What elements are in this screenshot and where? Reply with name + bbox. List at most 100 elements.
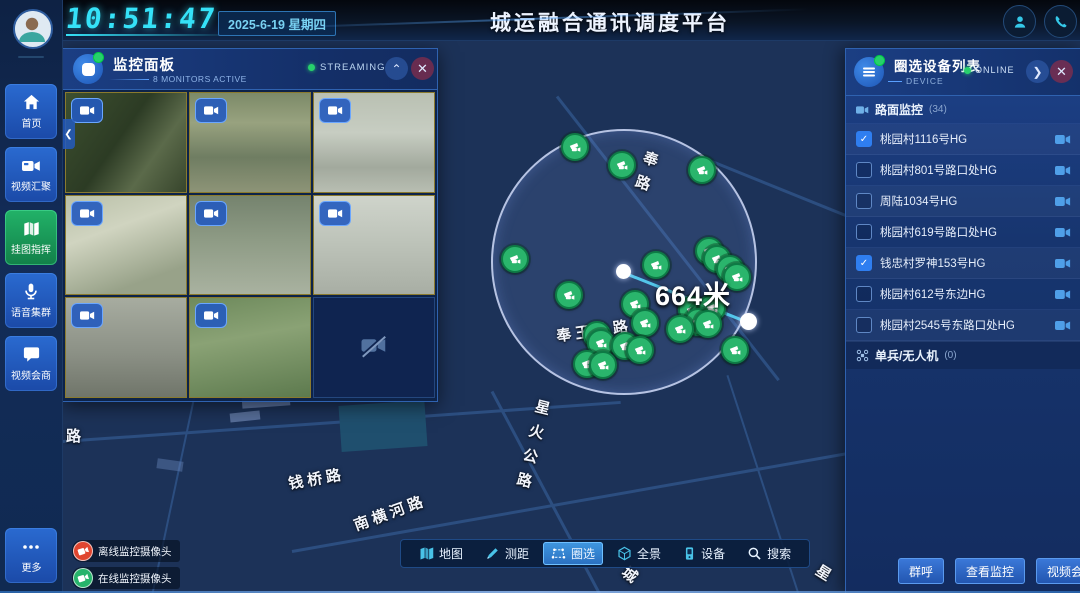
- video-tile-6[interactable]: [313, 195, 435, 296]
- camera-icon[interactable]: [1055, 289, 1071, 300]
- sidebar-item-label: 挂图指挥: [11, 242, 51, 256]
- circle-center-dot[interactable]: [616, 264, 631, 279]
- page-title: 城运融合通讯调度平台: [490, 7, 730, 37]
- circle-edge-dot[interactable]: [740, 313, 757, 330]
- camera-icon[interactable]: [1055, 227, 1071, 238]
- camera-marker[interactable]: [555, 281, 583, 309]
- sidebar-item-home[interactable]: 首页: [5, 84, 57, 139]
- expand-chevron-icon[interactable]: ❯: [1026, 60, 1049, 83]
- tool-label: 全景: [637, 545, 661, 562]
- device-row[interactable]: ✓ 桃园村1116号HG: [846, 124, 1080, 155]
- device-panel-icon: [854, 57, 884, 87]
- camera-icon[interactable]: [1055, 320, 1071, 331]
- panel-collapse-handle[interactable]: ❮: [62, 119, 75, 149]
- tool-label: 圈选: [571, 545, 595, 562]
- device-row[interactable]: 桃园村612号东边HG: [846, 279, 1080, 310]
- close-icon[interactable]: ✕: [411, 57, 434, 80]
- phone-icon[interactable]: [1044, 5, 1077, 38]
- video-tile-4[interactable]: [65, 195, 187, 296]
- device-checkbox[interactable]: [856, 193, 872, 209]
- monitor-panel-title: 监控面板: [113, 54, 175, 75]
- video-tile-1[interactable]: [65, 92, 187, 193]
- device-name: 周陆1034号HG: [880, 193, 1047, 209]
- camera-marker[interactable]: [608, 151, 636, 179]
- device-checkbox[interactable]: [856, 317, 872, 333]
- device-name: 桃园村1116号HG: [880, 131, 1047, 147]
- video-tile-9[interactable]: [313, 297, 435, 398]
- camera-icon[interactable]: [1055, 165, 1071, 176]
- camera-marker[interactable]: [626, 336, 654, 364]
- camera-marker[interactable]: [694, 310, 722, 338]
- device-checkbox[interactable]: [856, 224, 872, 240]
- tool-label: 地图: [439, 545, 463, 562]
- camera-legend: 离线监控摄像头在线监控摄像头: [72, 540, 180, 589]
- sidebar-item-label: 语音集群: [11, 305, 51, 319]
- tool-lasso-button[interactable]: 圈选: [543, 542, 603, 565]
- camera-marker[interactable]: [501, 245, 529, 273]
- device-row[interactable]: 桃园村2545号东路口处HG: [846, 310, 1080, 341]
- sidebar-item-map[interactable]: 挂图指挥: [5, 210, 57, 265]
- search-icon: [747, 546, 762, 561]
- camera-marker[interactable]: [589, 351, 617, 379]
- device-checkbox[interactable]: [856, 286, 872, 302]
- device-list-panel: 圈选设备列表 DEVICE ONLINE ❯ ✕ 路面监控 (34) ✓桃园村1…: [845, 48, 1080, 593]
- map-toolbar: 地图测距 圈选 全景设备搜索: [400, 539, 810, 568]
- avatar[interactable]: [13, 9, 53, 49]
- camera-icon: [195, 201, 227, 226]
- camera-marker[interactable]: [561, 133, 589, 161]
- group-drone[interactable]: 单兵/无人机 (0): [846, 341, 1080, 369]
- camera-icon: [71, 98, 103, 123]
- device-row[interactable]: 桃园村619号路口处HG: [846, 217, 1080, 248]
- device-name: 桃园村612号东边HG: [880, 286, 1047, 302]
- tool-search-button[interactable]: 搜索: [739, 542, 799, 565]
- video-tile-2[interactable]: [189, 92, 311, 193]
- camera-marker[interactable]: [688, 156, 716, 184]
- tool-measure-button[interactable]: 测距: [477, 542, 537, 565]
- view-monitoring-button[interactable]: 查看监控: [955, 558, 1025, 584]
- device-checkbox[interactable]: ✓: [856, 255, 872, 271]
- user-icon[interactable]: [1003, 5, 1036, 38]
- sidebar-item-chat[interactable]: 视频会商: [5, 336, 57, 391]
- legend-item: 离线监控摄像头: [72, 540, 180, 562]
- group-call-button[interactable]: 群呼: [898, 558, 944, 584]
- video-tile-3[interactable]: [313, 92, 435, 193]
- minimize-button[interactable]: ⌃: [385, 57, 408, 80]
- video-conference-button[interactable]: 视频会商: [1036, 558, 1080, 584]
- road-label: 路: [66, 425, 85, 446]
- tool-pano-button[interactable]: 全景: [609, 542, 669, 565]
- sidebar-item-more[interactable]: 更多: [5, 528, 57, 583]
- close-icon[interactable]: ✕: [1050, 60, 1073, 83]
- online-dot: [308, 64, 315, 71]
- drone-icon: [856, 349, 869, 362]
- sidebar-item-mic[interactable]: 语音集群: [5, 273, 57, 328]
- camera-marker[interactable]: [666, 315, 694, 343]
- device-checkbox[interactable]: [856, 162, 872, 178]
- device-row[interactable]: 周陆1034号HG: [846, 186, 1080, 217]
- sidebar: 首页视频汇聚挂图指挥语音集群视频会商 更多: [0, 0, 63, 593]
- streaming-status: STREAMING: [308, 62, 385, 73]
- camera-marker[interactable]: [721, 336, 749, 364]
- digital-clock: 10:51:47: [64, 2, 218, 35]
- sidebar-item-label: 更多: [21, 560, 41, 574]
- camera-icon[interactable]: [1055, 196, 1071, 207]
- action-buttons: 群呼查看监控视频会商: [898, 558, 1080, 584]
- camera-icon: [195, 98, 227, 123]
- camera-icon[interactable]: [1055, 258, 1071, 269]
- device-panel-subtitle: DEVICE: [906, 76, 944, 86]
- camera-icon[interactable]: [1055, 134, 1071, 145]
- device-checkbox[interactable]: ✓: [856, 131, 872, 147]
- video-tile-8[interactable]: [189, 297, 311, 398]
- video-tile-5[interactable]: [189, 195, 311, 296]
- tool-map-button[interactable]: 地图: [411, 542, 471, 565]
- video-tile-7[interactable]: [65, 297, 187, 398]
- camera-marker[interactable]: [631, 309, 659, 337]
- device-name: 桃园村801号路口处HG: [880, 162, 1047, 178]
- sidebar-item-video[interactable]: 视频汇聚: [5, 147, 57, 202]
- more-icon: [21, 537, 41, 557]
- device-row[interactable]: ✓钱忠村罗神153号HG: [846, 248, 1080, 279]
- device-row[interactable]: 桃园村801号路口处HG: [846, 155, 1080, 186]
- map-icon: [22, 219, 41, 239]
- camera-icon: [319, 201, 351, 226]
- tool-device-button[interactable]: 设备: [675, 542, 733, 565]
- group-road-monitoring[interactable]: 路面监控 (34): [846, 96, 1080, 123]
